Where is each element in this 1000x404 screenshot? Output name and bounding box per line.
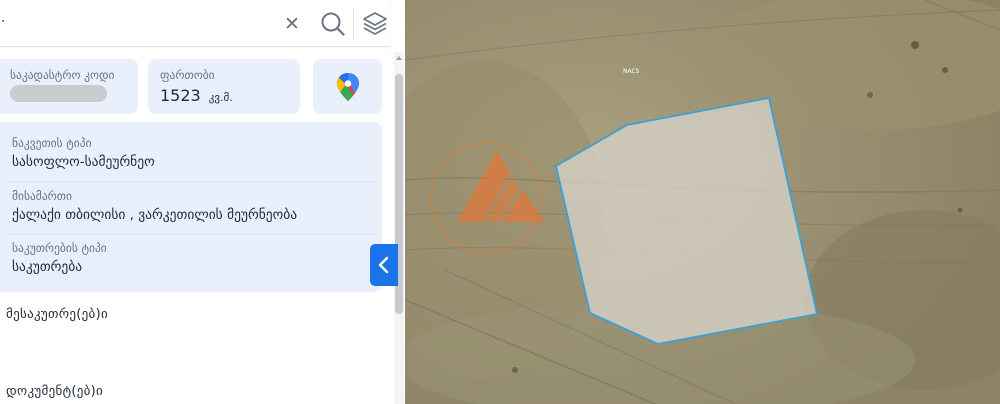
address-value: ქალაქი თბილისი , ვარკეთილის მეურნეობა — [12, 207, 298, 223]
layers-icon[interactable] — [360, 8, 390, 38]
search-icon[interactable] — [318, 9, 348, 39]
satellite-imagery[interactable]: NACS — [405, 0, 1000, 404]
satellite-map[interactable]: NACS — [405, 0, 1000, 404]
search-bar: ✕ — [0, 0, 390, 47]
cadastral-code-card: საკადასტრო კოდი — [0, 59, 138, 114]
divider — [8, 234, 376, 235]
left-panel: ✕ საკადასტრო კოდი ფართობი 1523 კვ.მ. ნაკ… — [0, 0, 405, 404]
scroll-up-arrow-icon[interactable] — [396, 56, 402, 60]
collapse-panel-button[interactable] — [370, 244, 398, 286]
land-type-value: სასოფლო-სამეურნეო — [12, 154, 155, 170]
search-divider — [353, 8, 354, 40]
area-label: ფართობი — [160, 68, 215, 82]
owners-section-title[interactable]: მესაკუთრე(ებ)ი — [6, 307, 108, 322]
parcel-info-card: ნაკვეთის ტიპი სასოფლო-სამეურნეო მისამართ… — [0, 122, 382, 292]
close-icon[interactable]: ✕ — [280, 12, 304, 36]
area-value: 1523 კვ.მ. — [160, 86, 233, 105]
address-label: მისამართი — [12, 189, 72, 203]
google-maps-button[interactable] — [313, 59, 382, 114]
documents-section-title[interactable]: დოკუმენტ(ებ)ი — [6, 384, 103, 399]
ownership-type-value: საკუთრება — [12, 259, 83, 275]
area-number: 1523 — [160, 86, 201, 105]
search-input[interactable] — [2, 20, 4, 22]
cadastral-code-value-redacted — [10, 85, 107, 102]
google-maps-pin-icon — [337, 73, 359, 101]
land-type-label: ნაკვეთის ტიპი — [12, 136, 92, 150]
divider — [8, 181, 376, 182]
ownership-type-label: საკუთრების ტიპი — [12, 241, 107, 255]
chevron-left-icon — [378, 256, 389, 274]
area-card: ფართობი 1523 კვ.მ. — [148, 59, 300, 114]
panel-scrollbar[interactable] — [394, 52, 404, 404]
cadastral-code-label: საკადასტრო კოდი — [10, 68, 115, 82]
map-label: NACS — [623, 68, 640, 75]
area-unit: კვ.მ. — [208, 91, 233, 104]
